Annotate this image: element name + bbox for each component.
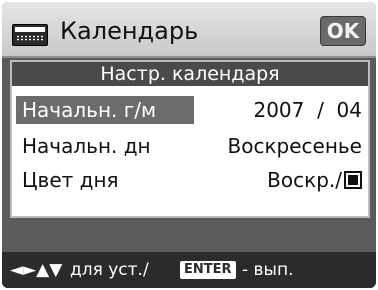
footer-hint-bar: ◄►▲▼ для уст./ ENTER - вып. [2, 252, 376, 288]
page-title: Календарь [60, 17, 199, 45]
calendar-icon-grid [16, 35, 44, 41]
calendar-icon [12, 24, 48, 46]
row-value-day-color: Воскр./ [267, 168, 342, 192]
row-value-start-year-month: 2007 / 04 [253, 98, 362, 122]
row-label-start-year-month: Начальн. г/м [16, 96, 194, 124]
row-label-start-day: Начальн. дн [22, 134, 151, 158]
row-start-year-month[interactable]: Начальн. г/м 2007 / 04 [12, 96, 368, 126]
settings-panel: Настр. календаря Начальн. г/м 2007 / 04 … [10, 60, 370, 218]
screen: Календарь OK Настр. календаря Начальн. г… [0, 0, 378, 290]
header-bar: Календарь OK [2, 2, 376, 58]
hint-execute: - вып. [242, 260, 294, 280]
row-label-day-color: Цвет дня [22, 168, 119, 192]
device-frame: Календарь OK Настр. календаря Начальн. г… [2, 2, 376, 288]
row-value-start-day: Воскресенье [227, 134, 362, 158]
hint-set: для уст./ [70, 260, 149, 280]
row-start-day[interactable]: Начальн. дн Воскресенье [12, 132, 368, 162]
arrow-keys-icon: ◄►▲▼ [10, 260, 63, 280]
enter-key-icon: ENTER [180, 261, 236, 279]
row-value-day-color-wrap: Воскр./ [267, 166, 362, 194]
ok-button[interactable]: OK [320, 16, 366, 46]
color-swatch-icon [344, 170, 362, 189]
panel-title: Настр. календаря [12, 62, 368, 86]
row-day-color[interactable]: Цвет дня Воскр./ [12, 166, 368, 196]
